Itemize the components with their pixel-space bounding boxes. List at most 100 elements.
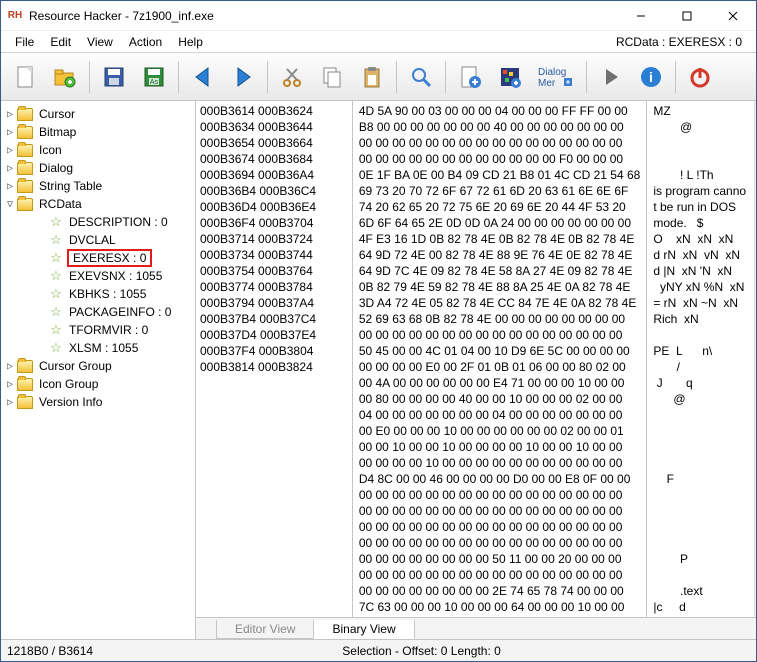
tree-node[interactable]: ☆PACKAGEINFO : 0 xyxy=(3,303,193,321)
tree-node[interactable]: ▷ Dialog xyxy=(3,159,193,177)
add-resource-button[interactable] xyxy=(452,59,488,95)
pixel-button[interactable] xyxy=(492,59,528,95)
minimize-button[interactable] xyxy=(618,1,664,31)
star-icon: ☆ xyxy=(49,233,63,247)
tab-binary[interactable]: Binary View xyxy=(313,620,414,639)
tree-twisty-icon[interactable]: ▷ xyxy=(3,397,17,408)
tree-label[interactable]: DESCRIPTION : 0 xyxy=(67,215,170,229)
tree-node[interactable]: ☆ DVCLAL xyxy=(3,231,193,249)
hex-grid[interactable]: 000B3614 000B3624 000B3634 000B3644 000B… xyxy=(196,101,756,617)
tree-twisty-icon[interactable]: ▷ xyxy=(3,109,17,120)
tree-label[interactable]: Icon xyxy=(37,143,64,157)
save-as-button[interactable]: As xyxy=(136,59,172,95)
tree-label[interactable]: EXEVSNX : 1055 xyxy=(67,269,164,283)
star-icon: ☆ xyxy=(49,341,63,355)
window-buttons xyxy=(618,1,756,31)
toolbar-sep xyxy=(89,61,90,93)
tree-node[interactable]: ☆KBHKS : 1055 xyxy=(3,285,193,303)
open-button[interactable] xyxy=(47,59,83,95)
dialog-button[interactable]: DialogMer xyxy=(532,59,580,95)
tree-twisty-icon[interactable]: ▷ xyxy=(3,181,17,192)
menubar: File Edit View Action Help RCData : EXER… xyxy=(1,31,756,53)
resource-tree[interactable]: ▷ Cursor ▷ Bitmap ▷ Icon ▷ Dialog ▷ String Table ▽… xyxy=(1,101,196,639)
tree-label[interactable]: Icon Group xyxy=(37,377,100,391)
tree-node[interactable]: ▷ Version Info xyxy=(3,393,193,411)
menu-file[interactable]: File xyxy=(7,33,42,51)
cut-button[interactable] xyxy=(274,59,310,95)
tree-twisty-icon[interactable]: ▷ xyxy=(3,127,17,138)
tree-node[interactable]: ▷ String Table xyxy=(3,177,193,195)
tree-label[interactable]: String Table xyxy=(37,179,104,193)
tree-node[interactable]: ▷ Cursor Group xyxy=(3,357,193,375)
tree-label[interactable]: XLSM : 1055 xyxy=(67,341,140,355)
tree-twisty-icon[interactable]: ▷ xyxy=(3,379,17,390)
arrow-left-button[interactable] xyxy=(185,59,221,95)
play-button[interactable] xyxy=(593,59,629,95)
find-button[interactable] xyxy=(403,59,439,95)
power-button[interactable] xyxy=(682,59,718,95)
arrow-right-button[interactable] xyxy=(225,59,261,95)
tree-node[interactable]: ▷ Icon xyxy=(3,141,193,159)
folder-icon xyxy=(17,162,33,175)
tree-label[interactable]: Cursor xyxy=(37,107,77,121)
menu-help[interactable]: Help xyxy=(170,33,211,51)
tree-node[interactable]: ▷ Cursor xyxy=(3,105,193,123)
tree-node[interactable]: ▽ RCData xyxy=(3,195,193,213)
tree-node[interactable]: ▷ Bitmap xyxy=(3,123,193,141)
tree-label[interactable]: TFORMVIR : 0 xyxy=(67,323,150,337)
maximize-button[interactable] xyxy=(664,1,710,31)
svg-text:As: As xyxy=(150,79,159,86)
menu-edit[interactable]: Edit xyxy=(42,33,79,51)
offset-column: 000B3614 000B3624 000B3634 000B3644 000B… xyxy=(196,101,353,617)
star-icon: ☆ xyxy=(49,215,63,229)
toolbar-sep xyxy=(675,61,676,93)
svg-text:Mer: Mer xyxy=(538,78,556,89)
hex-area: 000B3614 000B3624 000B3634 000B3644 000B… xyxy=(196,101,756,639)
tree-node[interactable]: ☆EXERESX : 0 xyxy=(3,249,193,267)
tree-node[interactable]: ☆ EXEVSNX : 1055 xyxy=(3,267,193,285)
tree-label[interactable]: EXERESX : 0 xyxy=(67,249,152,267)
star-icon: ☆ xyxy=(49,323,63,337)
tree-label[interactable]: KBHKS : 1055 xyxy=(67,287,148,301)
folder-icon xyxy=(17,360,33,373)
menu-right-label: RCData : EXERESX : 0 xyxy=(616,35,750,49)
svg-text:i: i xyxy=(649,69,653,85)
titlebar: RH Resource Hacker - 7z1900_inf.exe xyxy=(1,1,756,31)
tree-twisty-icon[interactable]: ▽ xyxy=(3,199,17,210)
tree-label[interactable]: DVCLAL xyxy=(67,233,118,247)
view-tabs: Editor View Binary View xyxy=(196,617,756,639)
save-button[interactable] xyxy=(96,59,132,95)
tree-node[interactable]: ☆ XLSM : 1055 xyxy=(3,339,193,357)
toolbar-sep xyxy=(267,61,268,93)
tree-twisty-icon[interactable]: ▷ xyxy=(3,163,17,174)
tree-label[interactable]: Bitmap xyxy=(37,125,78,139)
tree-node[interactable]: ☆ DESCRIPTION : 0 xyxy=(3,213,193,231)
info-button[interactable]: i xyxy=(633,59,669,95)
tree-node[interactable]: ☆ TFORMVIR : 0 xyxy=(3,321,193,339)
folder-icon xyxy=(17,108,33,121)
svg-text:Dialog: Dialog xyxy=(538,67,566,78)
folder-icon xyxy=(17,378,33,391)
tree-label[interactable]: Dialog xyxy=(37,161,75,175)
menu-action[interactable]: Action xyxy=(121,33,170,51)
paste-button[interactable] xyxy=(354,59,390,95)
new-button[interactable] xyxy=(7,59,43,95)
tab-editor[interactable]: Editor View xyxy=(216,620,314,639)
folder-icon xyxy=(17,396,33,409)
tree-twisty-icon[interactable]: ▷ xyxy=(3,145,17,156)
star-icon: ☆ xyxy=(49,269,63,283)
menu-view[interactable]: View xyxy=(79,33,121,51)
copy-button[interactable] xyxy=(314,59,350,95)
bytes-column: 4D 5A 90 00 03 00 00 00 04 00 00 00 FF F… xyxy=(353,101,648,617)
tree-label[interactable]: Version Info xyxy=(37,395,104,409)
folder-icon xyxy=(17,126,33,139)
tree-label[interactable]: Cursor Group xyxy=(37,359,114,373)
status-right: Selection - Offset: 0 Length: 0 xyxy=(342,644,501,658)
tree-label[interactable]: PACKAGEINFO : 0 xyxy=(67,305,173,319)
tree-twisty-icon[interactable]: ▷ xyxy=(3,361,17,372)
close-button[interactable] xyxy=(710,1,756,31)
tree-label[interactable]: RCData xyxy=(37,197,84,211)
tree-node[interactable]: ▷ Icon Group xyxy=(3,375,193,393)
folder-icon xyxy=(17,198,33,211)
vertical-scrollbar[interactable] xyxy=(754,101,756,617)
